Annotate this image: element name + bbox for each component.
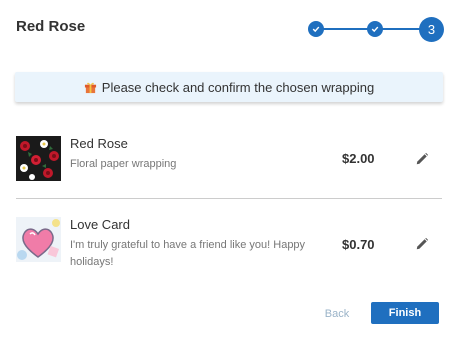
pencil-icon xyxy=(416,152,429,165)
edit-button[interactable] xyxy=(413,150,431,168)
divider xyxy=(16,198,442,199)
check-icon xyxy=(371,26,379,33)
heart-card-thumbnail xyxy=(16,217,61,262)
edit-button[interactable] xyxy=(413,235,431,253)
step-1-complete[interactable] xyxy=(308,21,324,37)
progress-stepper: 3 xyxy=(308,17,444,42)
item-name: Red Rose xyxy=(70,136,128,151)
page-title: Red Rose xyxy=(16,18,86,35)
pencil-icon xyxy=(416,237,429,250)
info-banner: Please check and confirm the chosen wrap… xyxy=(15,72,443,102)
check-icon xyxy=(312,26,320,33)
list-item-love-card: Love Card I'm truly grateful to have a f… xyxy=(16,217,442,268)
banner-text: Please check and confirm the chosen wrap… xyxy=(101,79,375,95)
item-name: Love Card xyxy=(70,217,130,232)
step-2-complete[interactable] xyxy=(367,21,383,37)
item-price: $2.00 xyxy=(342,151,375,166)
step-3-current: 3 xyxy=(419,17,444,42)
finish-button[interactable]: Finish xyxy=(371,302,439,324)
back-button[interactable]: Back xyxy=(318,304,356,324)
list-item-red-rose: Red Rose Floral paper wrapping $2.00 xyxy=(16,136,442,181)
item-description: I'm truly grateful to have a friend like… xyxy=(70,239,306,268)
item-description: Floral paper wrapping xyxy=(70,158,177,170)
item-price: $0.70 xyxy=(342,237,375,252)
floral-thumbnail xyxy=(16,136,61,181)
gift-icon xyxy=(84,82,96,93)
